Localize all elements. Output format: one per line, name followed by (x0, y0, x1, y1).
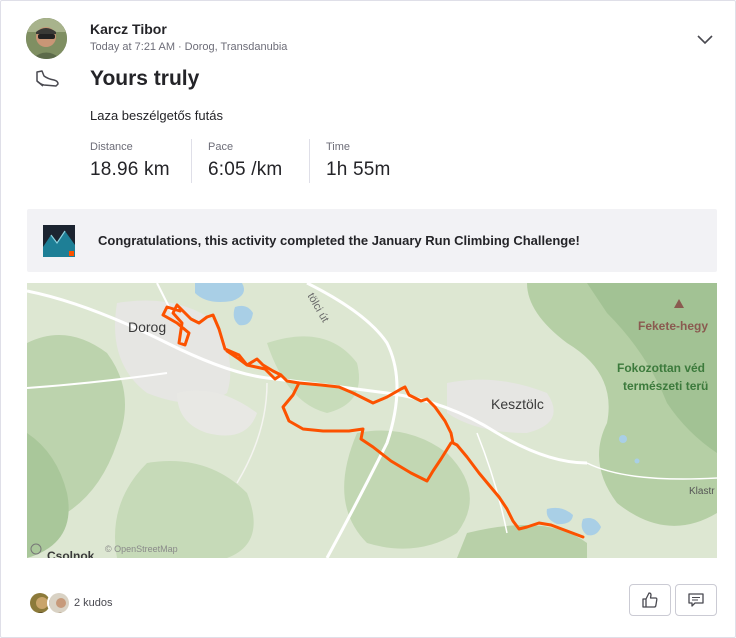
route-map[interactable]: Dorog Kesztölc tölci út Fekete-hegy Foko… (27, 283, 717, 558)
stat-label: Distance (90, 141, 133, 153)
stat-label: Pace (208, 141, 234, 153)
stat-pace: Pace 6:05 /km (208, 141, 282, 181)
map-label-kesztolc: Kesztölc (491, 396, 544, 412)
map-label-dorog: Dorog (128, 319, 167, 335)
activity-time: Today at 7:21 AM (90, 41, 175, 53)
meta-separator: · (178, 41, 182, 53)
stat-divider (309, 139, 310, 183)
map-label-protected-area-2: természeti terü (623, 379, 709, 393)
stat-distance: Distance 18.96 km (90, 141, 170, 181)
athlete-avatar[interactable] (26, 18, 67, 59)
activity-title[interactable]: Yours truly (90, 67, 199, 91)
activity-meta: Today at 7:21 AM · Dorog, Transdanubia (90, 41, 287, 53)
challenge-text: Congratulations, this activity completed… (98, 233, 580, 248)
map-label-fekete-hegy: Fekete-hegy (638, 319, 709, 333)
give-kudos-button[interactable] (629, 584, 671, 616)
chevron-down-icon[interactable] (695, 29, 715, 49)
comment-icon (688, 593, 704, 607)
stat-label: Time (326, 141, 351, 153)
activity-description: Laza beszélgetős futás (90, 108, 223, 123)
kudos-count[interactable]: 2 kudos (74, 597, 113, 609)
challenge-banner[interactable]: Congratulations, this activity completed… (27, 209, 717, 272)
stat-time: Time 1h 55m (326, 141, 391, 181)
athlete-name[interactable]: Karcz Tibor (90, 21, 167, 37)
activity-card: Karcz Tibor Today at 7:21 AM · Dorog, Tran… (0, 0, 736, 638)
map-attribution[interactable]: © OpenStreetMap (105, 544, 178, 554)
comment-button[interactable] (675, 584, 717, 616)
shoe-icon (34, 68, 60, 90)
stat-value: 6:05 /km (208, 159, 283, 180)
map-label-bottom: Csolnok (47, 550, 95, 558)
map-label-klastr: Klastr (689, 486, 715, 497)
stat-value: 18.96 km (90, 159, 170, 180)
stat-value: 1h 55m (326, 159, 391, 180)
kudos-avatar[interactable] (47, 591, 71, 615)
activity-location: Dorog, Transdanubia (184, 41, 288, 53)
thumbs-up-icon (642, 592, 658, 608)
challenge-badge-icon (43, 225, 75, 257)
map-label-protected-area: Fokozottan véd (617, 361, 706, 375)
stat-divider (191, 139, 192, 183)
